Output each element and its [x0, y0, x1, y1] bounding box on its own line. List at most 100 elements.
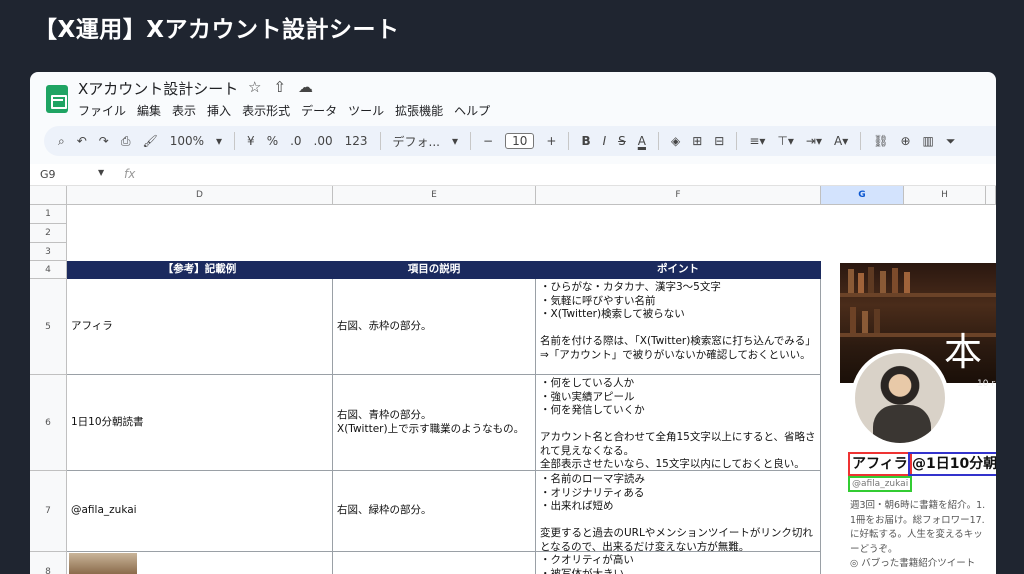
- toolbar-divider: [736, 132, 738, 150]
- borders-icon[interactable]: ⊞: [692, 134, 702, 148]
- zoom-select[interactable]: 100%: [170, 134, 204, 148]
- name-box[interactable]: G9: [40, 168, 56, 181]
- link-icon[interactable]: ⛓: [873, 134, 888, 148]
- cover-subtext: 10 r: [977, 379, 996, 389]
- search-icon[interactable]: ⌕: [58, 134, 65, 149]
- star-icon[interactable]: ☆: [248, 78, 261, 96]
- document-title[interactable]: Xアカウント設計シート: [78, 78, 238, 99]
- select-all-corner[interactable]: [30, 186, 67, 205]
- print-icon[interactable]: ⎙: [121, 134, 131, 149]
- percent-format-button[interactable]: %: [267, 134, 278, 148]
- menu-insert[interactable]: 挿入: [207, 102, 231, 119]
- menu-data[interactable]: データ: [301, 102, 337, 119]
- menu-help[interactable]: ヘルプ: [454, 102, 490, 119]
- table-cell-points[interactable]: ・名前のローマ字読み ・オリジナリティある ・出来れば短め 変更すると過去のUR…: [536, 471, 821, 552]
- menu-file[interactable]: ファイル: [78, 102, 126, 119]
- table-cell-points[interactable]: ・何をしている人か ・強い実績アピール ・何を発信していくか アカウント名と合わ…: [536, 375, 821, 471]
- toolbar-divider: [657, 132, 659, 150]
- example-thumbnail-image: [69, 553, 137, 574]
- profile-handle-green-box: @afila_zukai: [848, 476, 913, 492]
- filter-icon[interactable]: ⏷: [946, 134, 956, 149]
- row-header-1[interactable]: 1: [30, 205, 67, 224]
- table-header-points[interactable]: ポイント: [536, 261, 821, 279]
- row-header-7[interactable]: 7: [30, 471, 67, 552]
- increase-decimal-button[interactable]: .00: [314, 134, 333, 148]
- fill-color-icon[interactable]: ◈: [671, 134, 680, 148]
- merge-cells-icon[interactable]: ⊟: [714, 134, 724, 148]
- row-header-3[interactable]: 3: [30, 243, 67, 261]
- menu-tools[interactable]: ツール: [348, 102, 384, 119]
- table-cell-description[interactable]: [333, 552, 536, 574]
- sheet-grid[interactable]: D E F G H 1 2 3 4 5 6 7 8 【参考】記載例 項目の説明 …: [30, 186, 996, 574]
- currency-format-button[interactable]: ¥: [247, 134, 255, 148]
- toolbar: ⌕ ↶ ↷ ⎙ 🖌 100% ▾ ¥ % .0 .00 123 デフォ... ▾…: [44, 126, 996, 156]
- row-header-8[interactable]: 8: [30, 552, 67, 574]
- decrease-decimal-button[interactable]: .0: [290, 134, 301, 148]
- table-header-example[interactable]: 【参考】記載例: [67, 261, 333, 279]
- table-cell-example[interactable]: @afila_zukai: [67, 471, 333, 552]
- bold-icon[interactable]: B: [581, 134, 590, 148]
- table-cell-points[interactable]: ・ひらがな・カタカナ、漢字3〜5文字 ・気軽に呼びやすい名前 ・X(Twitte…: [536, 279, 821, 375]
- profile-name-red-box: アフィラ: [848, 452, 912, 476]
- row-header-6[interactable]: 6: [30, 375, 67, 471]
- chevron-down-icon[interactable]: ▼: [98, 168, 104, 177]
- column-header-f[interactable]: F: [536, 186, 821, 205]
- sheets-logo-icon[interactable]: [46, 85, 68, 113]
- table-cell-example[interactable]: [67, 552, 333, 574]
- toolbar-divider: [470, 132, 472, 150]
- row-header-2[interactable]: 2: [30, 224, 67, 243]
- text-wrap-icon[interactable]: ⇥▾: [806, 134, 822, 148]
- column-header-h[interactable]: H: [904, 186, 986, 205]
- vertical-align-icon[interactable]: ⊤▾: [777, 134, 793, 148]
- toolbar-divider: [860, 132, 862, 150]
- font-select[interactable]: デフォ...: [393, 133, 440, 150]
- table-cell-description[interactable]: 右図、赤枠の部分。: [333, 279, 536, 375]
- move-to-drive-icon[interactable]: ⇧: [273, 78, 286, 96]
- chevron-down-icon[interactable]: ▾: [216, 134, 222, 148]
- table-cell-points[interactable]: ・クオリティが高い ・被写体が大きい: [536, 552, 821, 574]
- menu-view[interactable]: 表示: [172, 102, 196, 119]
- text-rotation-icon[interactable]: A▾: [834, 134, 848, 148]
- undo-icon[interactable]: ↶: [77, 134, 87, 148]
- toolbar-divider: [568, 132, 570, 150]
- title-icons: ☆ ⇧ ☁: [248, 78, 313, 96]
- chart-icon[interactable]: ▥: [923, 134, 934, 148]
- font-size-increase-button[interactable]: +: [546, 134, 556, 148]
- text-color-icon[interactable]: A: [638, 134, 646, 148]
- menu-edit[interactable]: 編集: [137, 102, 161, 119]
- menu-bar: ファイル 編集 表示 挿入 表示形式 データ ツール 拡張機能 ヘルプ: [78, 102, 490, 119]
- table-cell-example[interactable]: 1日10分朝読書: [67, 375, 333, 471]
- chevron-down-icon[interactable]: ▾: [452, 134, 458, 148]
- table-cell-description[interactable]: 右図、青枠の部分。 X(Twitter)上で示す職業のようなもの。: [333, 375, 536, 471]
- column-header-next[interactable]: [986, 186, 996, 205]
- page-banner-title: 【X運用】Xアカウント設計シート: [34, 17, 400, 43]
- avatar: [851, 349, 949, 447]
- font-size-decrease-button[interactable]: −: [483, 134, 493, 148]
- toolbar-divider: [379, 132, 381, 150]
- paint-format-icon[interactable]: 🖌: [142, 134, 157, 148]
- italic-icon[interactable]: I: [603, 134, 607, 148]
- profile-bio-name-blue-box: @1日10分朝読: [908, 452, 996, 476]
- row-header-4[interactable]: 4: [30, 261, 67, 279]
- toolbar-divider: [234, 132, 236, 150]
- row-header-5[interactable]: 5: [30, 279, 67, 375]
- strikethrough-icon[interactable]: S: [618, 134, 626, 148]
- profile-description: 週3回・朝6時に書籍を紹介。1. 1冊をお届け。総フォロワー17. に好転する。…: [850, 500, 986, 569]
- comment-icon[interactable]: ⊕: [900, 134, 910, 148]
- table-header-description[interactable]: 項目の説明: [333, 261, 536, 279]
- horizontal-align-icon[interactable]: ≡▾: [749, 134, 765, 148]
- column-header-g[interactable]: G: [821, 186, 904, 205]
- number-format-button[interactable]: 123: [345, 134, 368, 148]
- column-header-d[interactable]: D: [67, 186, 333, 205]
- font-size-input[interactable]: 10: [505, 133, 535, 149]
- redo-icon[interactable]: ↷: [99, 134, 109, 148]
- cloud-status-icon[interactable]: ☁: [298, 78, 313, 96]
- menu-extensions[interactable]: 拡張機能: [395, 102, 443, 119]
- x-profile-example-image: 本 10 r アフィラ @1日10分朝読 @afila_zukai 週3回・朝6…: [840, 263, 996, 574]
- table-cell-description[interactable]: 右図、緑枠の部分。: [333, 471, 536, 552]
- table-cell-example[interactable]: アフィラ: [67, 279, 333, 375]
- cover-text: 本: [944, 330, 983, 374]
- menu-format[interactable]: 表示形式: [242, 102, 290, 119]
- fx-icon: fx: [124, 167, 136, 181]
- column-header-e[interactable]: E: [333, 186, 536, 205]
